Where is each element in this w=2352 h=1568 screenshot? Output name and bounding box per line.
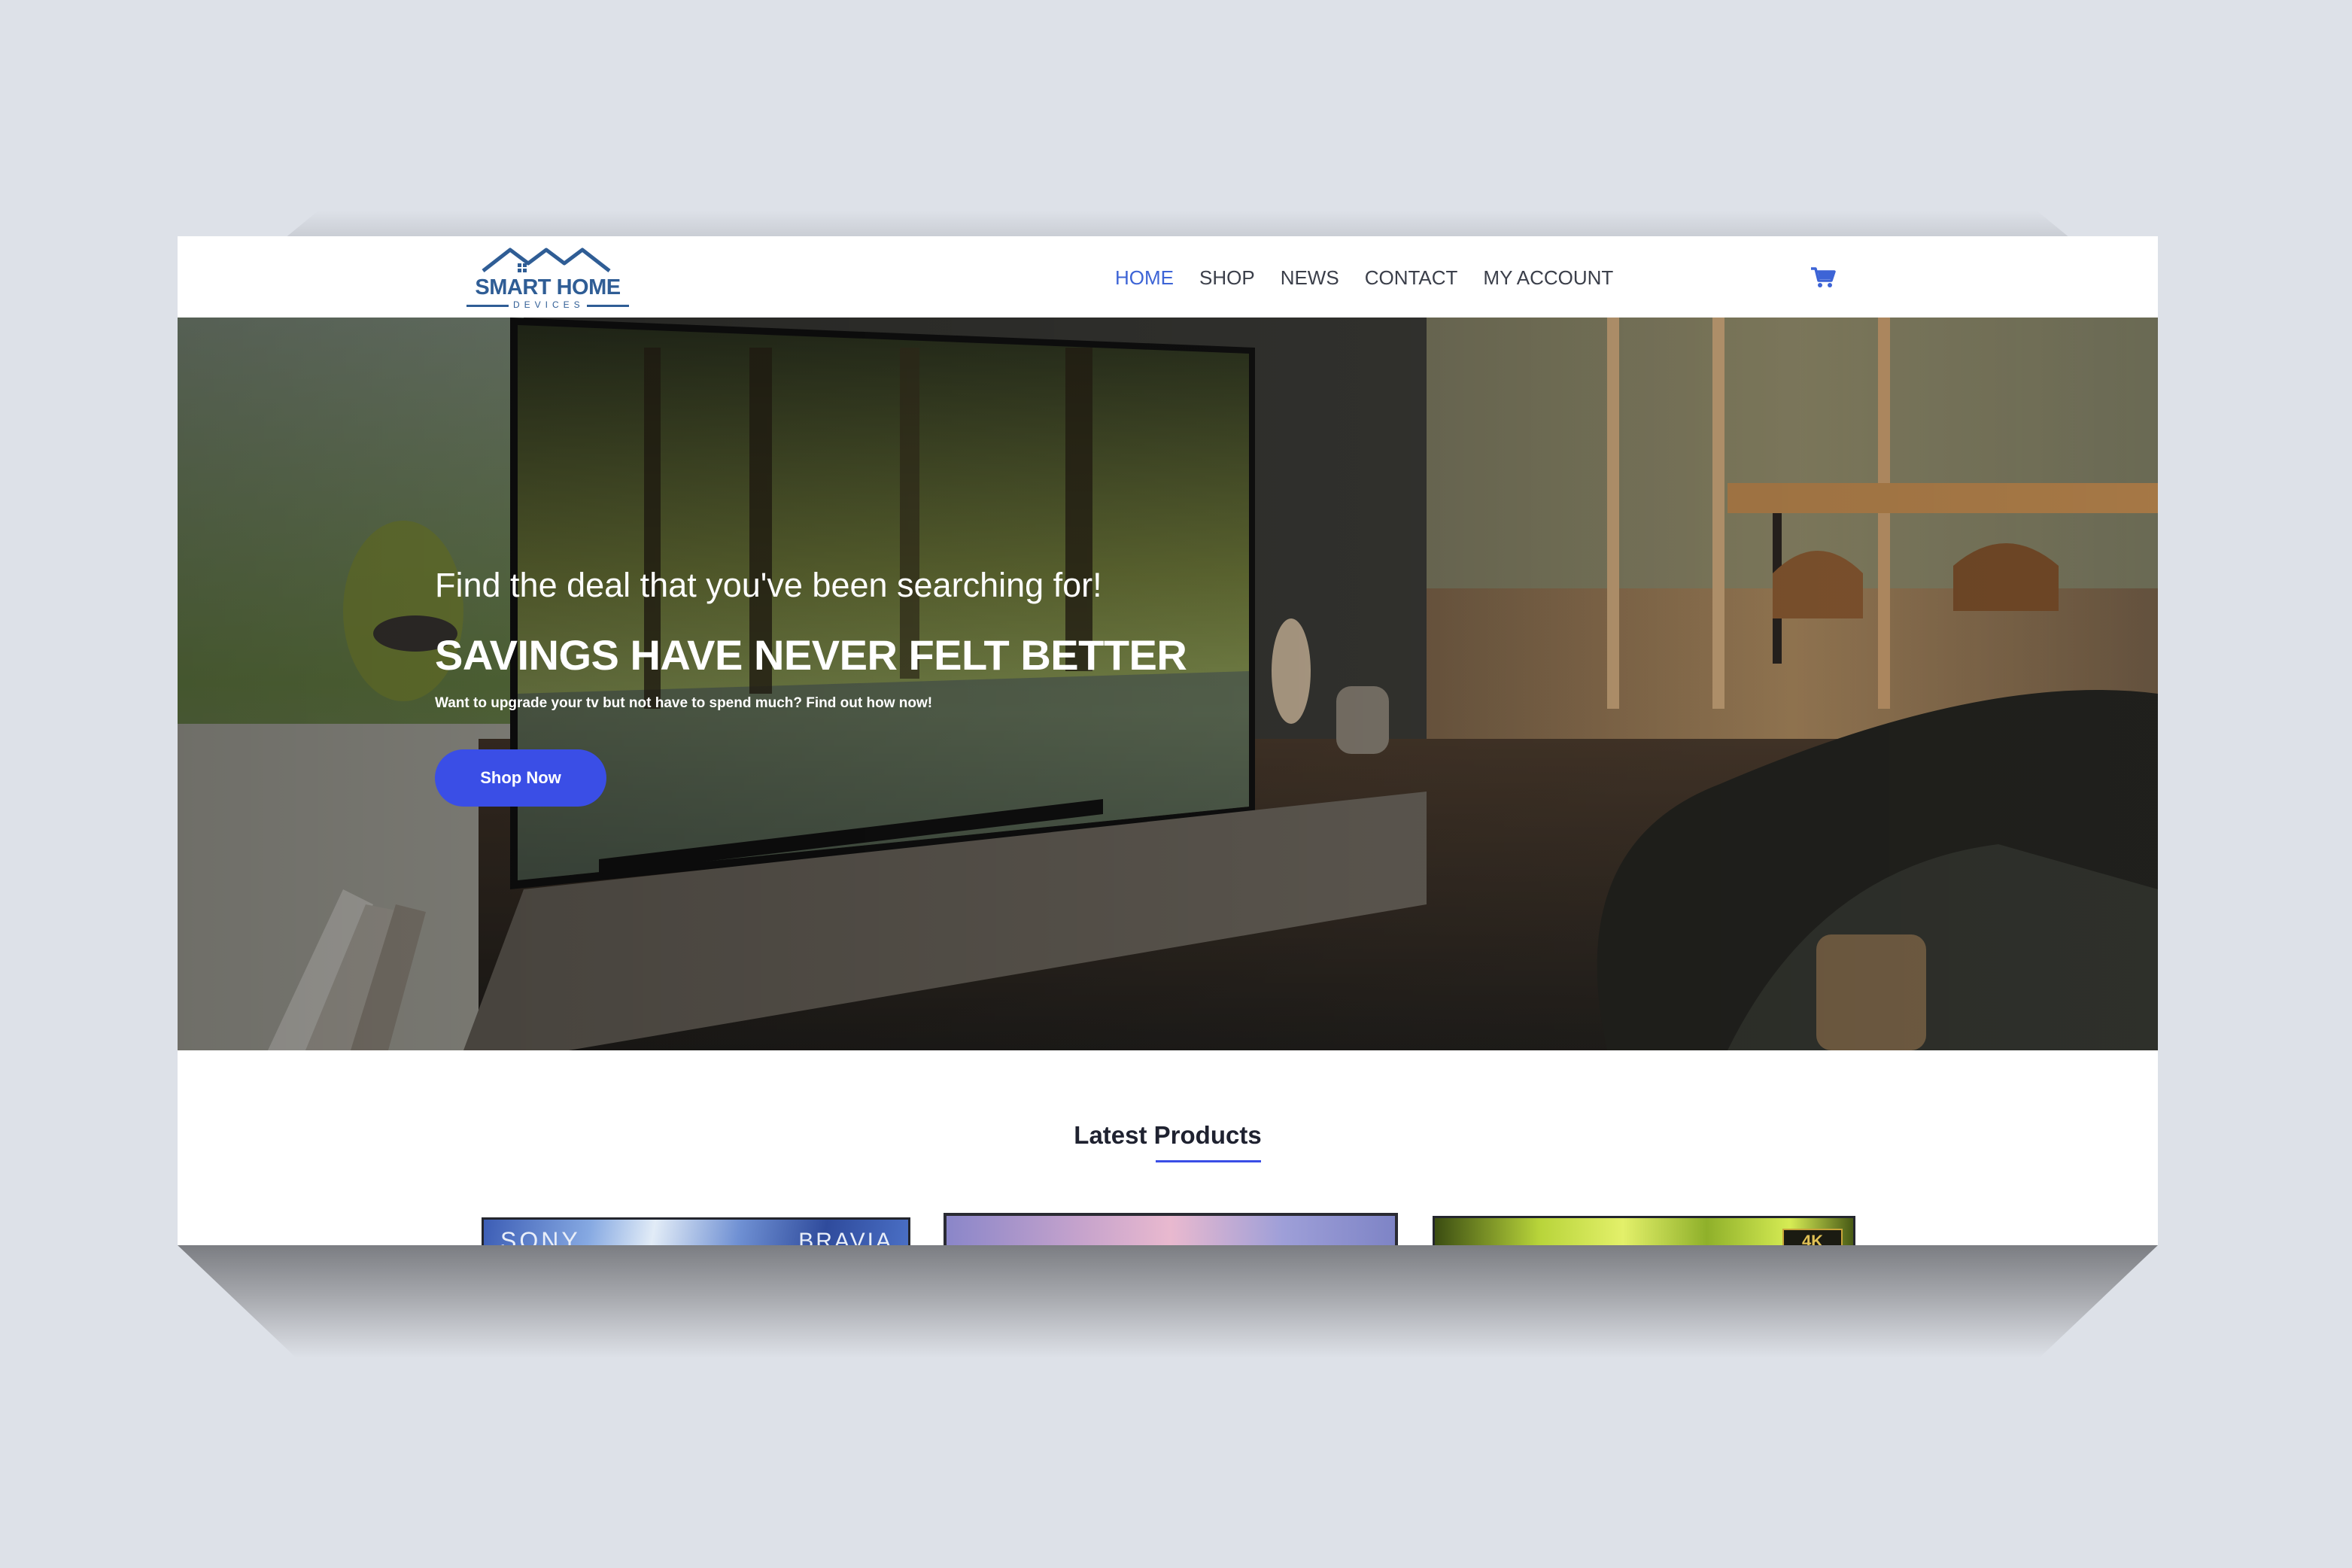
logo-line-right — [587, 305, 629, 307]
shop-now-button[interactable]: Shop Now — [435, 749, 606, 807]
product-card-3[interactable]: 4K — [1433, 1216, 1855, 1245]
product-brand-left: SONY — [500, 1227, 581, 1245]
nav-item-home[interactable]: HOME — [1115, 264, 1174, 291]
hero-subtitle: Want to upgrade your tv but not have to … — [435, 695, 933, 711]
title-underline — [1156, 1160, 1261, 1162]
nav-item-contact[interactable]: CONTACT — [1365, 264, 1458, 291]
logo-text: SMART HOME — [475, 275, 621, 299]
product-4k-badge: 4K — [1782, 1229, 1843, 1245]
hero-title: SAVINGS HAVE NEVER FELT BETTER — [435, 631, 1187, 679]
hero-overlay — [178, 318, 2158, 1050]
logo-line-left — [466, 305, 509, 307]
nav-item-my-account[interactable]: MY ACCOUNT — [1483, 264, 1613, 291]
main-nav: HOME SHOP NEWS CONTACT MY ACCOUNT — [1115, 264, 1639, 291]
nav-item-news[interactable]: NEWS — [1281, 264, 1339, 291]
product-brand-right: BRAVIA — [798, 1229, 893, 1245]
latest-products-title: Latest Products — [1074, 1121, 1262, 1149]
nav-item-shop[interactable]: SHOP — [1199, 264, 1255, 291]
site-header: SMART HOME DEVICES HOME SHOP NEWS CONTAC… — [178, 236, 2158, 318]
hero-banner: Find the deal that you've been searching… — [178, 318, 2158, 1050]
page-shadow-bottom — [178, 1245, 2158, 1358]
site-logo[interactable]: SMART HOME DEVICES — [466, 245, 629, 313]
shopping-cart-icon[interactable] — [1810, 266, 1836, 289]
product-card-1[interactable]: SONY BRAVIA — [482, 1217, 910, 1245]
hero-kicker: Find the deal that you've been searching… — [435, 566, 1102, 604]
house-roof-icon — [482, 248, 611, 272]
product-card-2[interactable] — [944, 1213, 1398, 1245]
website-page: SMART HOME DEVICES HOME SHOP NEWS CONTAC… — [178, 236, 2158, 1245]
logo-subtext: DEVICES — [513, 299, 585, 310]
